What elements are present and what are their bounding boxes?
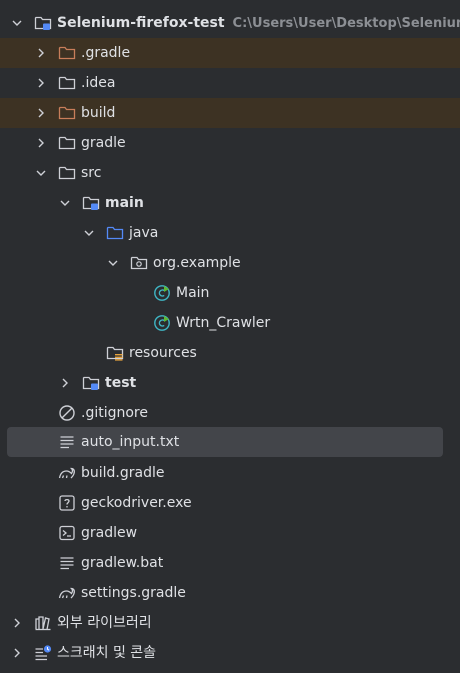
tree-item-auto-input[interactable]: auto_input.txt (7, 427, 443, 457)
tree-item-label: java (129, 225, 159, 241)
tree-item-src[interactable]: src (0, 158, 460, 188)
tree-item-scratches[interactable]: 스크래치 및 콘솔 (0, 638, 460, 668)
gradle-icon (58, 464, 76, 482)
tree-item-resources[interactable]: resources (0, 338, 460, 368)
tree-item-gitignore[interactable]: .gitignore (0, 398, 460, 428)
chevron-right-icon[interactable] (34, 136, 48, 150)
chevron-down-icon[interactable] (58, 196, 72, 210)
package-icon (130, 254, 148, 272)
java-class-main-icon (153, 284, 171, 302)
tree-item-build-gradle[interactable]: build.gradle (0, 458, 460, 488)
tree-item-label: Wrtn_Crawler (176, 315, 271, 331)
tree-item-gradlew[interactable]: gradlew (0, 518, 460, 548)
chevron-down-icon[interactable] (10, 16, 24, 30)
gradle-icon (58, 584, 76, 602)
tree-item-label: 스크래치 및 콘솔 (57, 645, 157, 661)
chevron-right-icon[interactable] (58, 376, 72, 390)
gitignore-icon (58, 404, 76, 422)
tree-item-label: build.gradle (81, 465, 165, 481)
tree-item-label: .gitignore (81, 405, 148, 421)
tree-item-settings-gradle[interactable]: settings.gradle (0, 578, 460, 608)
chevron-right-icon[interactable] (10, 646, 24, 660)
project-path: C:\Users\User\Desktop\Selenium (232, 15, 460, 31)
tree-item-root[interactable]: Selenium-firefox-test C:\Users\User\Deskt… (0, 8, 460, 38)
tree-item-main-class[interactable]: Main (0, 278, 460, 308)
tree-item-label: org.example (153, 255, 241, 271)
tree-item-label: auto_input.txt (81, 434, 180, 450)
tree-item-label: gradle (81, 135, 126, 151)
tree-item-label: gradlew (81, 525, 138, 541)
chevron-right-icon[interactable] (34, 76, 48, 90)
folder-excluded-icon (58, 104, 76, 122)
library-icon (34, 614, 52, 632)
tree-item-label: resources (129, 345, 197, 361)
chevron-right-icon[interactable] (10, 616, 24, 630)
tree-item-main[interactable]: main (0, 188, 460, 218)
tree-item-label: src (81, 165, 102, 181)
tree-item-label: build (81, 105, 116, 121)
text-file-icon (58, 433, 76, 451)
tree-item-test[interactable]: test (0, 368, 460, 398)
tree-item-dot-gradle[interactable]: .gradle (0, 38, 460, 68)
tree-item-external-libraries[interactable]: 외부 라이브러리 (0, 608, 460, 638)
source-folder-icon (106, 224, 124, 242)
module-folder-icon (82, 194, 100, 212)
tree-item-label: test (105, 375, 137, 391)
tree-item-label: geckodriver.exe (81, 495, 192, 511)
tree-item-label: .idea (81, 75, 116, 91)
tree-item-label: gradlew.bat (81, 555, 164, 571)
chevron-down-icon[interactable] (106, 256, 120, 270)
tree-item-java[interactable]: java (0, 218, 460, 248)
chevron-down-icon[interactable] (82, 226, 96, 240)
chevron-down-icon[interactable] (34, 166, 48, 180)
project-tree: Selenium-firefox-test C:\Users\User\Deskt… (0, 0, 460, 673)
unknown-file-icon (58, 494, 76, 512)
folder-icon (58, 134, 76, 152)
tree-item-label: Main (176, 285, 210, 301)
java-class-main-icon (153, 314, 171, 332)
tree-item-build[interactable]: build (0, 98, 460, 128)
tree-item-label: main (105, 195, 144, 211)
tree-item-label: settings.gradle (81, 585, 186, 601)
chevron-right-icon[interactable] (34, 106, 48, 120)
folder-icon (58, 164, 76, 182)
tree-item-label: 외부 라이브러리 (57, 615, 152, 631)
module-folder-icon (82, 374, 100, 392)
tree-item-label: Selenium-firefox-test C:\Users\User\Deskt… (57, 8, 460, 38)
scratches-icon (34, 644, 52, 662)
tree-item-geckodriver[interactable]: geckodriver.exe (0, 488, 460, 518)
tree-item-wrtn-crawler[interactable]: Wrtn_Crawler (0, 308, 460, 338)
folder-excluded-icon (58, 44, 76, 62)
tree-item-org-example[interactable]: org.example (0, 248, 460, 278)
chevron-right-icon[interactable] (34, 46, 48, 60)
tree-item-gradle[interactable]: gradle (0, 128, 460, 158)
folder-icon (58, 74, 76, 92)
resources-folder-icon (106, 344, 124, 362)
text-file-icon (58, 554, 76, 572)
tree-item-gradlew-bat[interactable]: gradlew.bat (0, 548, 460, 578)
tree-item-idea[interactable]: .idea (0, 68, 460, 98)
terminal-script-icon (58, 524, 76, 542)
project-module-icon (34, 14, 52, 32)
tree-item-label: .gradle (81, 45, 131, 61)
